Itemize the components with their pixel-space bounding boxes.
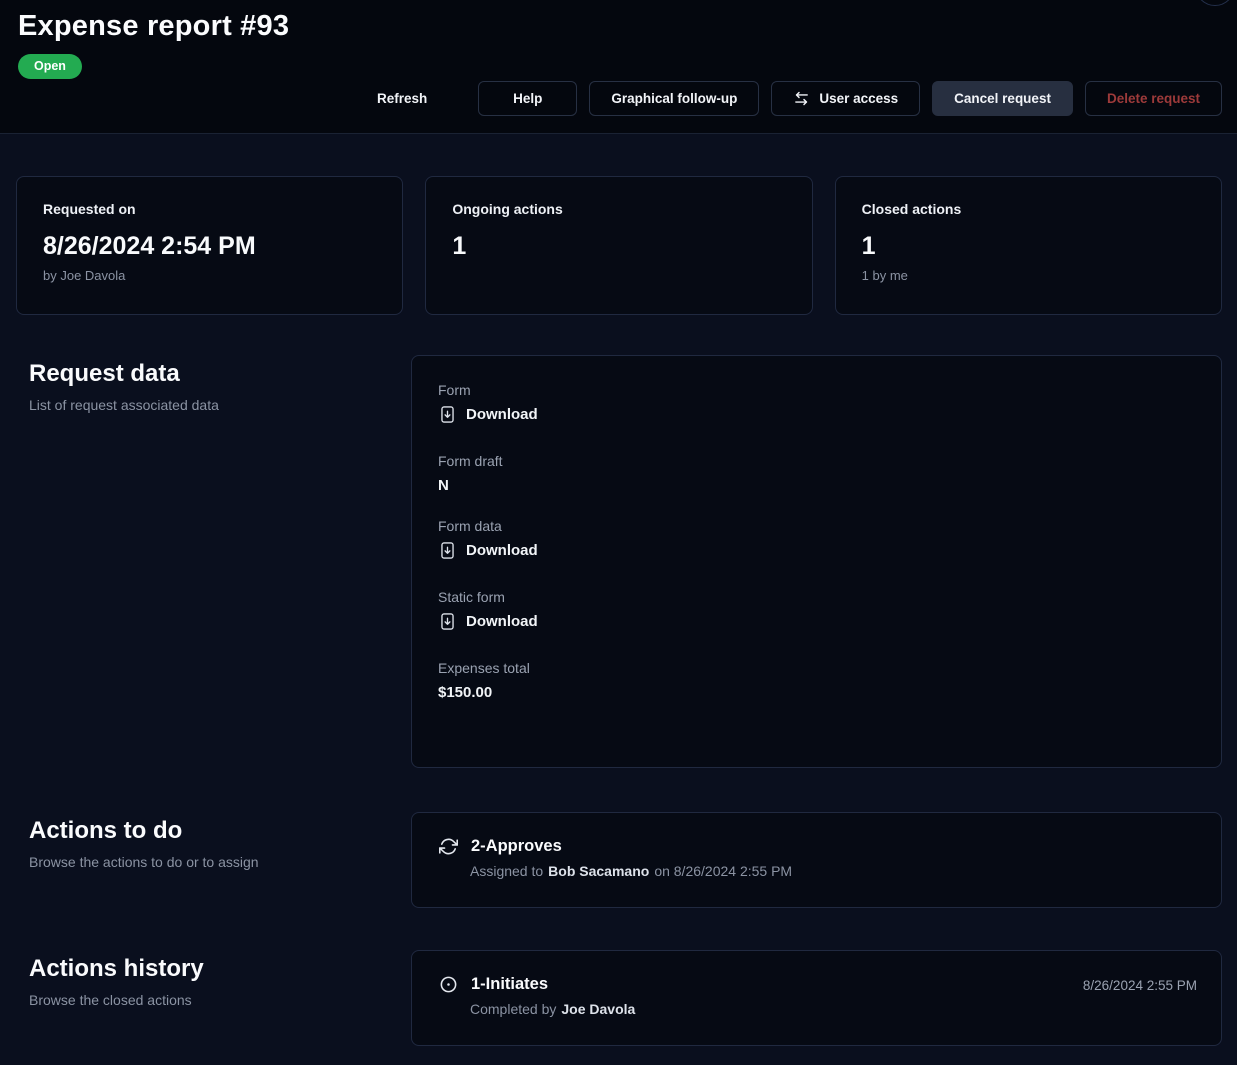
closed-actions-count: 1 xyxy=(862,232,1195,261)
actions-todo-header: Actions to do Browse the actions to do o… xyxy=(0,812,411,908)
swap-arrows-icon xyxy=(793,90,810,107)
requested-on-card: Requested on 8/26/2024 2:54 PM by Joe Da… xyxy=(16,176,403,315)
field-form-data: Form data Download xyxy=(438,518,1195,565)
actions-history-subtitle: Browse the closed actions xyxy=(29,992,411,1008)
assigned-on-text: on 8/26/2024 2:55 PM xyxy=(654,863,792,879)
ongoing-actions-count: 1 xyxy=(452,232,785,261)
completed-by-text: Completed by xyxy=(470,1001,556,1017)
actions-todo-panel: 2-Approves Assigned to Bob Sacamano on 8… xyxy=(411,812,1222,908)
file-download-icon xyxy=(438,405,457,424)
actions-todo-subtitle: Browse the actions to do or to assign xyxy=(29,854,411,870)
stats-row: Requested on 8/26/2024 2:54 PM by Joe Da… xyxy=(16,176,1222,315)
graphical-followup-button[interactable]: Graphical follow-up xyxy=(589,81,759,116)
field-form-label: Form xyxy=(438,382,1195,398)
todo-action-item[interactable]: 2-Approves xyxy=(439,837,1197,856)
form-data-download-label: Download xyxy=(466,542,538,559)
field-form-draft-value: N xyxy=(438,477,1195,494)
file-download-icon xyxy=(438,541,457,560)
actions-history-section: Actions history Browse the closed action… xyxy=(0,950,1237,1046)
requested-on-value: 8/26/2024 2:54 PM xyxy=(43,232,376,261)
status-badge: Open xyxy=(18,54,82,79)
field-static-form-label: Static form xyxy=(438,589,1195,605)
request-data-header: Request data List of request associated … xyxy=(0,355,411,768)
actions-history-header: Actions history Browse the closed action… xyxy=(0,950,411,1046)
field-form-draft: Form draft N xyxy=(438,453,1195,494)
todo-action-title[interactable]: 2-Approves xyxy=(471,837,562,856)
sync-icon xyxy=(439,837,458,856)
todo-action-detail: Assigned to Bob Sacamano on 8/26/2024 2:… xyxy=(439,863,1197,879)
circle-dot-icon xyxy=(439,975,458,994)
form-download-link[interactable]: Download xyxy=(438,405,538,424)
user-access-button[interactable]: User access xyxy=(771,81,920,116)
request-data-title: Request data xyxy=(29,360,411,388)
file-download-icon xyxy=(438,612,457,631)
field-expenses-total-label: Expenses total xyxy=(438,660,1195,676)
request-data-subtitle: List of request associated data xyxy=(29,397,411,413)
ongoing-actions-label: Ongoing actions xyxy=(452,201,785,217)
closed-actions-card: Closed actions 1 1 by me xyxy=(835,176,1222,315)
completed-by-name: Joe Davola xyxy=(561,1001,635,1017)
cancel-request-button[interactable]: Cancel request xyxy=(932,81,1073,116)
history-action-title[interactable]: 1-Initiates xyxy=(471,975,548,994)
refresh-button[interactable]: Refresh xyxy=(364,81,440,116)
field-static-form: Static form Download xyxy=(438,589,1195,636)
actions-history-panel: 1-Initiates Completed by Joe Davola 8/26… xyxy=(411,950,1222,1046)
assigned-to-text: Assigned to xyxy=(470,863,543,879)
field-expenses-total-value: $150.00 xyxy=(438,684,1195,701)
requested-on-label: Requested on xyxy=(43,201,376,217)
user-access-label: User access xyxy=(819,91,898,106)
assignee-name: Bob Sacamano xyxy=(548,863,649,879)
field-form: Form Download xyxy=(438,382,1195,429)
actions-todo-section: Actions to do Browse the actions to do o… xyxy=(0,812,1237,908)
request-data-panel: Form Download Form draft N Form data xyxy=(411,355,1222,768)
delete-request-button[interactable]: Delete request xyxy=(1085,81,1222,116)
corner-circle-button[interactable] xyxy=(1195,0,1235,6)
page-title: Expense report #93 xyxy=(18,10,1222,43)
static-form-download-label: Download xyxy=(466,613,538,630)
request-data-section: Request data List of request associated … xyxy=(0,355,1237,768)
field-expenses-total: Expenses total $150.00 xyxy=(438,660,1195,701)
history-action-detail: Completed by Joe Davola xyxy=(439,1001,1197,1017)
closed-actions-label: Closed actions xyxy=(862,201,1195,217)
field-form-draft-label: Form draft xyxy=(438,453,1195,469)
ongoing-actions-card: Ongoing actions 1 xyxy=(425,176,812,315)
closed-actions-sub: 1 by me xyxy=(862,268,1195,283)
help-button[interactable]: Help xyxy=(478,81,577,116)
field-form-data-label: Form data xyxy=(438,518,1195,534)
history-action-timestamp: 8/26/2024 2:55 PM xyxy=(1083,978,1197,993)
form-download-label: Download xyxy=(466,406,538,423)
page-header: Expense report #93 Open Refresh Help Gra… xyxy=(0,0,1237,134)
form-data-download-link[interactable]: Download xyxy=(438,541,538,560)
requested-on-by: by Joe Davola xyxy=(43,268,376,283)
static-form-download-link[interactable]: Download xyxy=(438,612,538,631)
actions-history-title: Actions history xyxy=(29,955,411,983)
toolbar: Refresh Help Graphical follow-up User ac… xyxy=(364,81,1222,116)
actions-todo-title: Actions to do xyxy=(29,817,411,845)
